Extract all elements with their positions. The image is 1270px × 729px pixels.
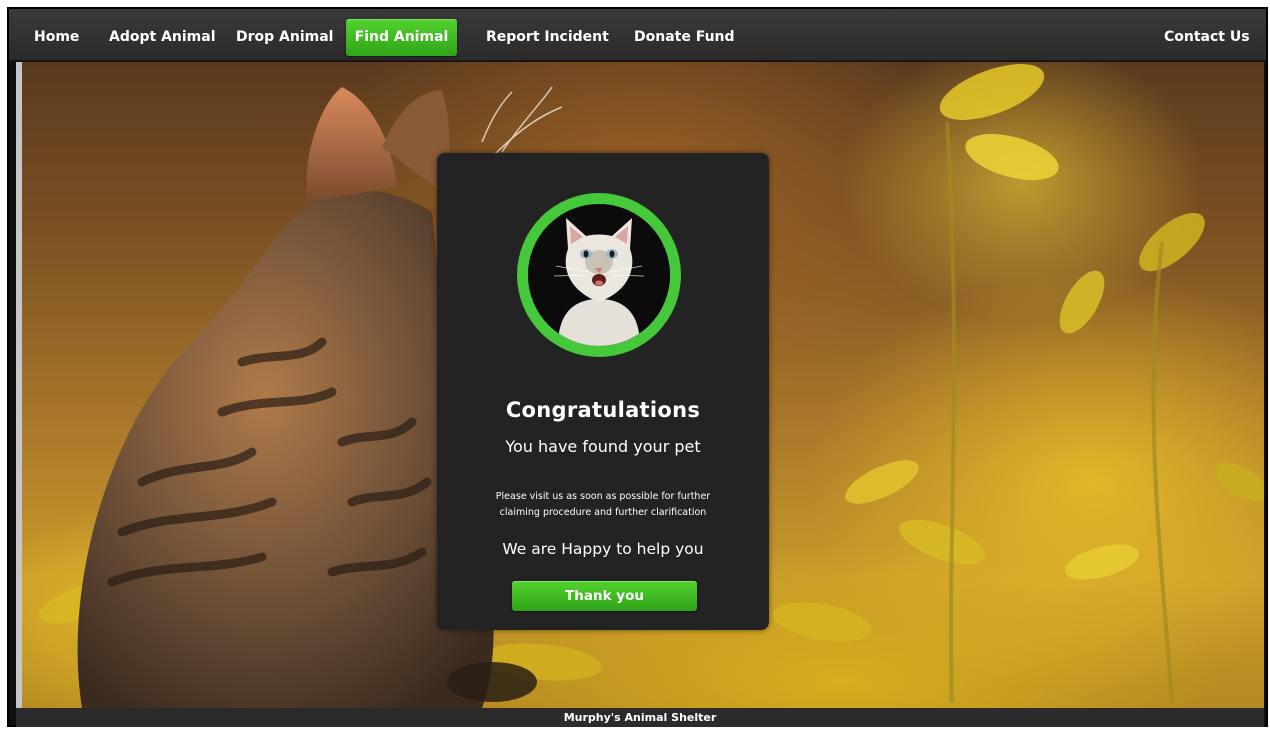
nav-report-incident[interactable]: Report Incident — [486, 19, 609, 56]
footer-text: Murphy's Animal Shelter — [563, 711, 717, 724]
modal-help-text: We are Happy to help you — [502, 540, 704, 558]
found-pet-modal: Congratulations You have found your pet … — [437, 153, 769, 630]
nav-home[interactable]: Home — [34, 19, 79, 56]
top-navbar: Home Adopt Animal Drop Animal Find Anima… — [9, 9, 1266, 61]
modal-message-line-2: claiming procedure and further clarifica… — [499, 507, 707, 518]
modal-subtitle: You have found your pet — [505, 437, 701, 456]
modal-title: Congratulations — [505, 398, 701, 422]
modal-message: Please visit us as soon as possible for … — [477, 489, 729, 521]
modal-message-line-1: Please visit us as soon as possible for … — [495, 491, 711, 502]
cat-avatar-image — [528, 204, 670, 346]
thank-you-button[interactable]: Thank you — [512, 581, 697, 611]
cat-photo-icon — [528, 204, 670, 346]
footer-bar: Murphy's Animal Shelter — [16, 708, 1264, 727]
nav-adopt-animal[interactable]: Adopt Animal — [109, 19, 216, 56]
nav-drop-animal[interactable]: Drop Animal — [236, 19, 333, 56]
nav-find-animal[interactable]: Find Animal — [346, 19, 457, 56]
avatar-ring — [517, 193, 681, 357]
nav-contact-us[interactable]: Contact Us — [1164, 19, 1250, 56]
nav-donate-fund[interactable]: Donate Fund — [634, 19, 735, 56]
